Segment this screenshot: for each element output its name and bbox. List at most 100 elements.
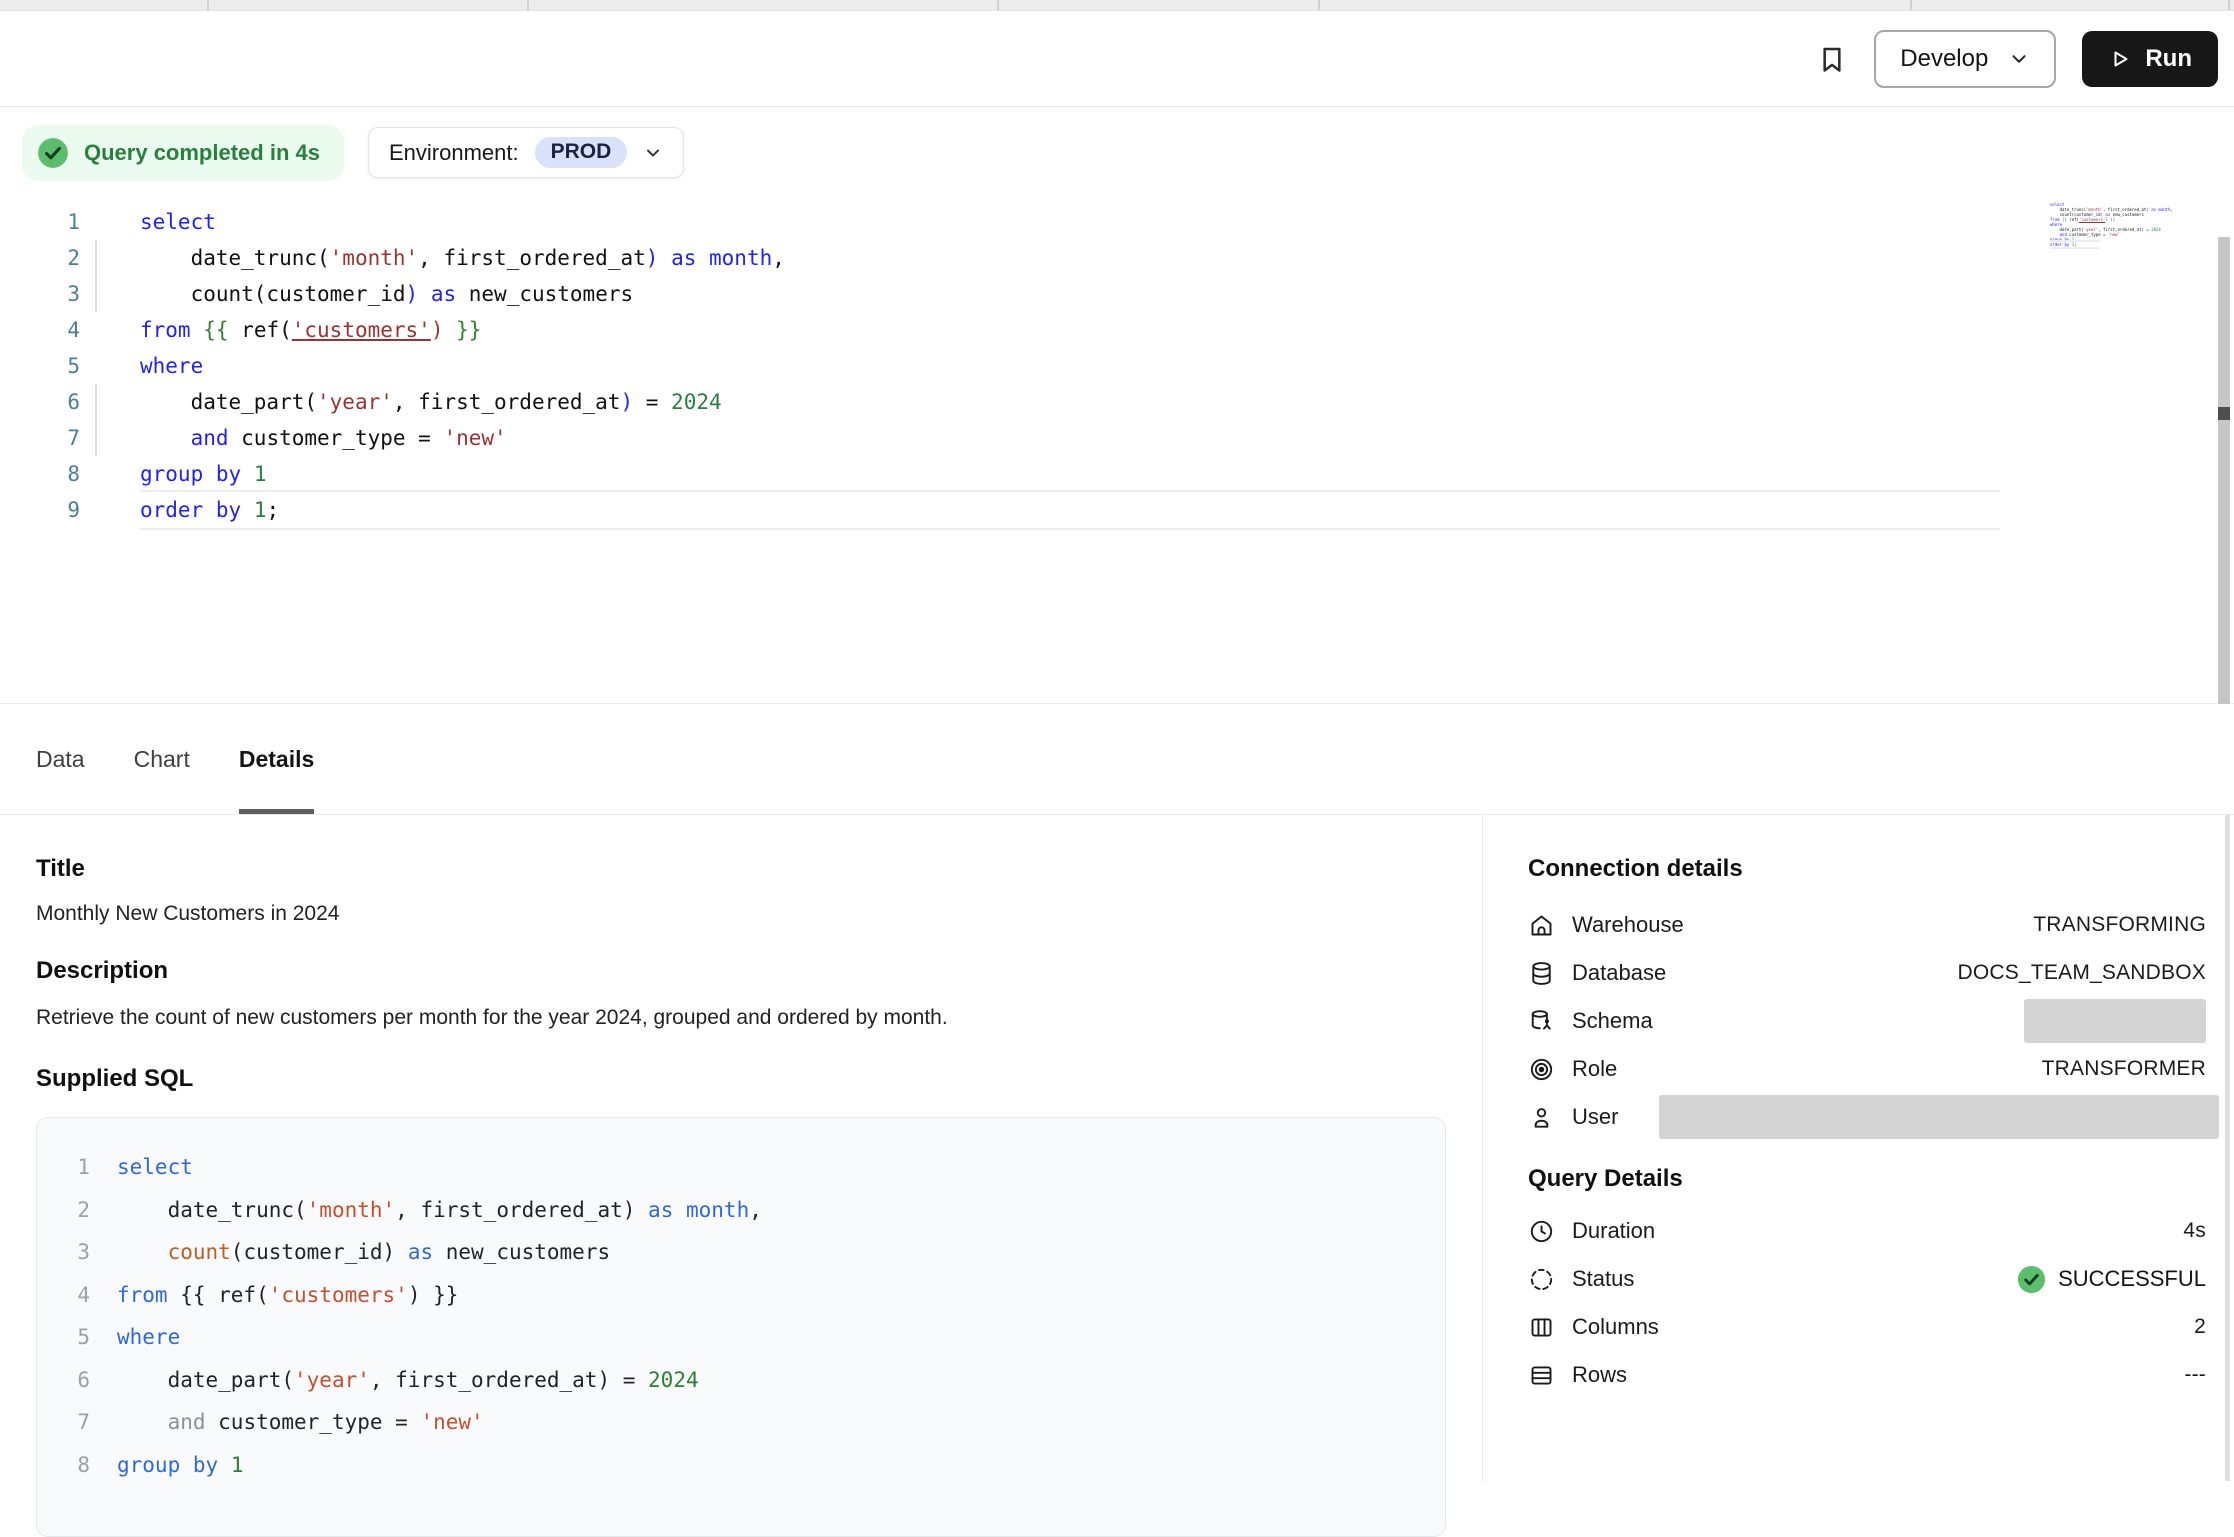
line-number: 3 <box>0 276 80 312</box>
detail-label: Status <box>1572 1266 1634 1292</box>
line-number: 6 <box>0 384 80 420</box>
detail-value: TRANSFORMER <box>2042 1057 2206 1081</box>
editor-scrollbar[interactable] <box>2218 237 2230 704</box>
sql-editor[interactable]: 1select2 date_trunc('month', first_order… <box>0 198 2234 704</box>
status-value: SUCCESSFUL <box>2058 1266 2206 1292</box>
check-circle-icon <box>2016 1264 2047 1295</box>
environment-label: Environment: <box>389 140 519 166</box>
query-details-rows: Duration4s Status SUCCESSFUL Columns 2 Rows --… <box>1528 1207 2206 1399</box>
supplied-sql-heading: Supplied SQL <box>36 1065 1446 1093</box>
code-line: 7 and customer_type = 'new' <box>0 420 2234 456</box>
detail-row-user: User <box>1528 1093 2206 1141</box>
code-line: 6 date_part('year', first_ordered_at) = … <box>37 1359 1445 1402</box>
editor-code-area[interactable]: 1select2 date_trunc('month', first_order… <box>0 204 2234 528</box>
query-details-heading: Query Details <box>1528 1165 2206 1193</box>
detail-label: Rows <box>1572 1362 1627 1388</box>
code-line: 3 count(customer_id) as new_customers <box>0 276 2234 312</box>
run-label: Run <box>2145 45 2192 73</box>
schema-icon <box>1528 1008 1555 1035</box>
code-line: 8group by 1 <box>37 1444 1445 1487</box>
line-number: 8 <box>0 456 80 492</box>
browser-tab-strip <box>0 0 2234 11</box>
detail-row-role: Role TRANSFORMER <box>1528 1045 2206 1093</box>
detail-row-rows: Rows --- <box>1528 1351 2206 1399</box>
bookmark-icon <box>1816 43 1848 75</box>
query-status-row: Query completed in 4s Environment: PROD <box>0 107 2234 198</box>
detail-value: DOCS_TEAM_SANDBOX <box>1958 961 2206 985</box>
editor-minimap[interactable]: select date_trunc('month', first_ordered… <box>1990 202 2100 247</box>
detail-row-status: Status SUCCESSFUL <box>1528 1255 2206 1303</box>
indent-guide <box>95 384 97 456</box>
line-number: 1 <box>0 204 80 240</box>
redacted-value <box>2024 999 2206 1043</box>
tab-divider <box>1318 0 1320 10</box>
detail-row-warehouse: Warehouse TRANSFORMING <box>1528 901 2206 949</box>
status-icon <box>1528 1266 1555 1293</box>
detail-value: TRANSFORMING <box>2033 913 2206 937</box>
line-number: 6 <box>37 1359 90 1402</box>
run-button[interactable]: Run <box>2082 31 2218 87</box>
line-number: 3 <box>37 1231 90 1274</box>
results-tab-bar: Data Chart Details <box>0 704 2234 815</box>
line-number: 1 <box>37 1146 90 1189</box>
connection-details-heading: Connection details <box>1528 855 2206 883</box>
detail-label: Duration <box>1572 1218 1655 1244</box>
develop-label: Develop <box>1900 45 1988 73</box>
query-status-text: Query completed in 4s <box>84 140 320 166</box>
line-number: 9 <box>0 492 80 528</box>
line-number: 7 <box>0 420 80 456</box>
line-number: 4 <box>0 312 80 348</box>
detail-value: --- <box>2184 1363 2206 1387</box>
code-line: 2 date_trunc('month', first_ordered_at) … <box>37 1189 1445 1232</box>
environment-selector[interactable]: Environment: PROD <box>368 127 684 178</box>
tab-details[interactable]: Details <box>239 704 314 814</box>
connection-details-panel: Connection details Warehouse TRANSFORMING… <box>1482 815 2234 1481</box>
tab-data[interactable]: Data <box>36 704 85 814</box>
redacted-value <box>1659 1095 2219 1139</box>
tab-divider <box>527 0 529 10</box>
code-line: 9order by 1; <box>0 492 2234 528</box>
detail-label: Warehouse <box>1572 912 1684 938</box>
tab-divider <box>1910 0 1912 10</box>
bookmark-button[interactable] <box>1816 43 1848 75</box>
detail-label: User <box>1572 1104 1618 1130</box>
code-line: 5where <box>0 348 2234 384</box>
connection-details-rows: Warehouse TRANSFORMING Database DOCS_TEAM_S… <box>1528 901 2206 1141</box>
duration-icon <box>1528 1218 1555 1245</box>
tab-divider <box>2228 0 2230 10</box>
detail-label: Columns <box>1572 1314 1659 1340</box>
tab-chart[interactable]: Chart <box>134 704 190 814</box>
detail-row-duration: Duration4s <box>1528 1207 2206 1255</box>
develop-dropdown-button[interactable]: Develop <box>1874 30 2056 88</box>
detail-label: Role <box>1572 1056 1617 1082</box>
panel-scrollbar-track[interactable] <box>2225 815 2230 1481</box>
detail-row-database: Database DOCS_TEAM_SANDBOX <box>1528 949 2206 997</box>
code-line: 1select <box>0 204 2234 240</box>
code-line: 6 date_part('year', first_ordered_at) = … <box>0 384 2234 420</box>
line-number: 8 <box>37 1444 90 1487</box>
line-number: 5 <box>0 348 80 384</box>
database-icon <box>1528 960 1555 987</box>
chevron-down-icon <box>2008 48 2030 70</box>
detail-label: Schema <box>1572 1008 1653 1034</box>
role-icon <box>1528 1056 1555 1083</box>
supplied-sql-code-block: 1select2 date_trunc('month', first_order… <box>36 1117 1446 1537</box>
dbt-cloud-studio-page: { "header": { "develop_label": "Develop"… <box>0 0 2234 1482</box>
detail-row-columns: Columns 2 <box>1528 1303 2206 1351</box>
indent-guide <box>95 240 97 312</box>
check-circle-icon <box>36 136 70 170</box>
columns-icon <box>1528 1314 1555 1341</box>
detail-label: Database <box>1572 960 1666 986</box>
play-icon <box>2108 47 2132 71</box>
line-number: 4 <box>37 1274 90 1317</box>
user-icon <box>1528 1104 1555 1131</box>
status-success-badge: SUCCESSFUL <box>2016 1264 2206 1295</box>
detail-row-schema: Schema <box>1528 997 2206 1045</box>
line-number: 2 <box>0 240 80 276</box>
tab-divider <box>207 0 209 10</box>
line-number: 5 <box>37 1316 90 1359</box>
warehouse-icon <box>1528 912 1555 939</box>
chevron-down-icon <box>643 143 663 163</box>
detail-value: 2 <box>2194 1315 2206 1339</box>
query-status-pill: Query completed in 4s <box>22 125 344 181</box>
